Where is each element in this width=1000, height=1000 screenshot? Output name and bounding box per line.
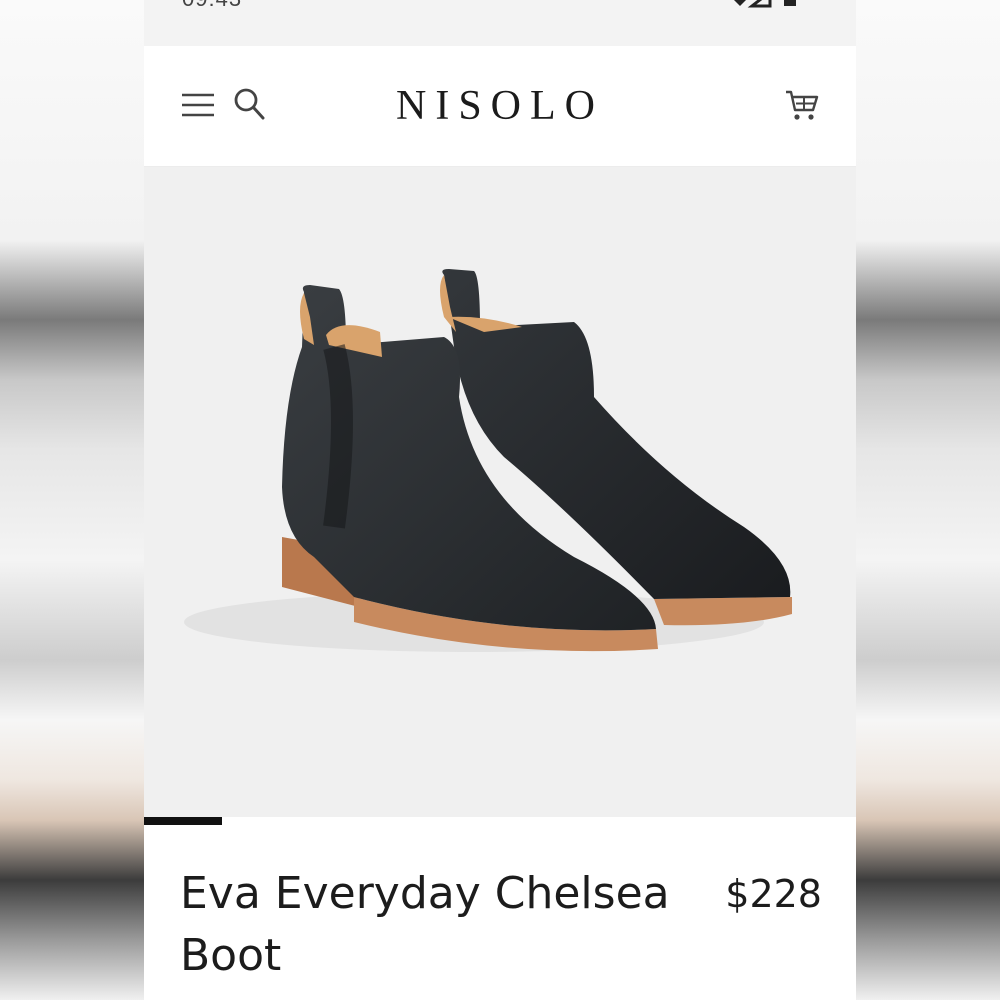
battery-icon	[784, 0, 796, 6]
site-header: NISOLO	[144, 46, 856, 167]
carousel-progress-track	[144, 817, 856, 825]
product-image[interactable]	[144, 167, 856, 825]
status-bar: 09:43	[144, 0, 856, 46]
signal-icon	[747, 0, 772, 8]
status-icons	[734, 0, 796, 8]
brand-logo[interactable]: NISOLO	[144, 76, 856, 136]
phone-screen: 09:43 NISOLO	[144, 0, 856, 1000]
status-time: 09:43	[182, 0, 242, 12]
carousel-progress-indicator	[144, 817, 223, 825]
wifi-icon	[734, 0, 746, 6]
product-price: $228	[725, 872, 822, 916]
boots-illustration	[184, 269, 792, 652]
product-info: Eva Everyday Chelsea Boot $228	[144, 825, 856, 1000]
cart-icon[interactable]	[784, 88, 820, 122]
product-title: Eva Everyday Chelsea Boot	[180, 868, 670, 981]
